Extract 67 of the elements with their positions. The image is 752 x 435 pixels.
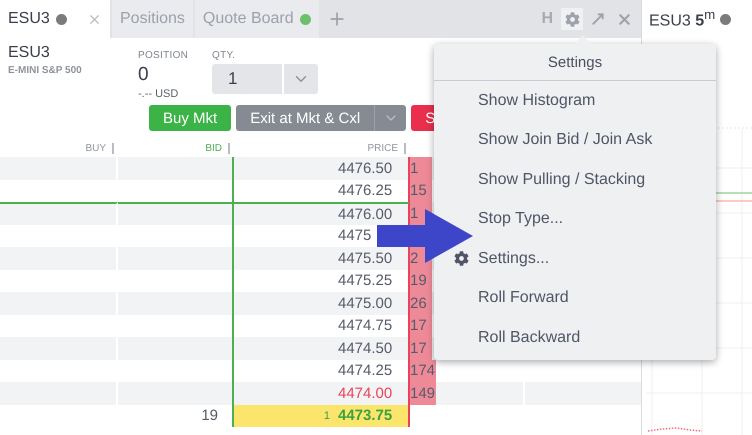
ladder-cell[interactable] (118, 360, 234, 382)
ask-size: 149 (410, 382, 436, 404)
ladder-cell[interactable] (118, 202, 234, 224)
trade-size: 1 (324, 410, 330, 422)
ask-size: 15 (410, 180, 432, 202)
ladder-cell[interactable] (118, 270, 234, 292)
tab[interactable]: ESU3 (0, 0, 110, 38)
quantity-select[interactable]: 1 (212, 64, 318, 94)
column-header: BID (205, 143, 222, 154)
ladder-cell[interactable]: 4474.00 (234, 382, 410, 404)
price: 4474.75 (338, 317, 392, 334)
price: 4474.50 (338, 340, 392, 357)
symbol: ESU3 (8, 44, 51, 62)
settings-button[interactable] (561, 8, 583, 30)
menu-item[interactable]: Show Histogram (478, 92, 596, 110)
price: 4473.75 (338, 407, 392, 424)
ask-size: 1 (410, 157, 432, 180)
bid-size: 19 (201, 407, 218, 424)
ladder-cell[interactable] (118, 247, 234, 270)
position-value: 0 (138, 64, 150, 86)
ladder-cell[interactable] (118, 157, 234, 180)
ladder-cell[interactable]: 19 (118, 404, 234, 427)
ask-size: 174 (410, 360, 436, 382)
ladder-cell[interactable] (118, 382, 234, 404)
ladder-cell[interactable] (118, 292, 234, 314)
ladder-cell[interactable] (118, 180, 234, 202)
settings-icon (564, 12, 580, 26)
menu-item[interactable]: Roll Backward (478, 328, 580, 347)
ladder-cell[interactable]: 4475.50 (234, 247, 410, 270)
price: 4476.50 (338, 160, 392, 177)
ask-size: 17 (410, 314, 432, 337)
ladder-cell[interactable] (118, 314, 234, 337)
ask-size: 17 (410, 337, 432, 360)
ladder-cell[interactable] (525, 382, 641, 404)
quantity-label: QTY. (212, 50, 236, 61)
ladder-cell[interactable]: 4476.50 (234, 157, 410, 180)
menu-title: Settings (548, 54, 602, 70)
price: 4474.25 (338, 362, 392, 380)
ladder-cell[interactable] (118, 337, 234, 360)
price: 4475.25 (338, 272, 392, 290)
pnl-value: -.-- USD (138, 88, 180, 100)
price: 4474.00 (338, 384, 392, 402)
ask-size: 26 (410, 292, 432, 314)
menu-item[interactable]: Roll Forward (478, 289, 569, 308)
ladder-cell[interactable]: 4475.00 (234, 292, 410, 314)
settings-icon (454, 251, 469, 266)
ladder-cell[interactable]: 4476.00 (234, 202, 410, 224)
ladder-cell[interactable]: 4474.50 (234, 337, 410, 360)
column-header: BUY (85, 143, 106, 154)
position-label: POSITION (138, 50, 190, 61)
menu-item[interactable]: Settings... (478, 250, 550, 268)
price: 4475.50 (338, 250, 392, 267)
ladder-cell[interactable] (0, 202, 118, 224)
instrument-name: E-MINI S&P 500 (8, 65, 83, 76)
price: 4476.00 (338, 206, 392, 223)
ask-size: 19 (410, 270, 432, 292)
order-button[interactable]: Exit at Mkt & Cxl (236, 105, 406, 131)
chart-tab[interactable]: ESU3 5$^{m}$ (642, 0, 752, 38)
price: 4476.25 (338, 182, 392, 200)
price: 4475.00 (338, 294, 392, 312)
price: 4475 (338, 227, 372, 244)
menu-item[interactable]: Show Join Bid / Join Ask (478, 131, 652, 150)
column-header: PRICE (367, 143, 398, 154)
ladder-cell[interactable] (118, 224, 234, 247)
menu-item[interactable]: Stop Type... (478, 210, 564, 228)
arrow-up-right-icon[interactable] (590, 11, 606, 27)
menu-item[interactable]: Show Pulling / Stacking (478, 170, 646, 189)
